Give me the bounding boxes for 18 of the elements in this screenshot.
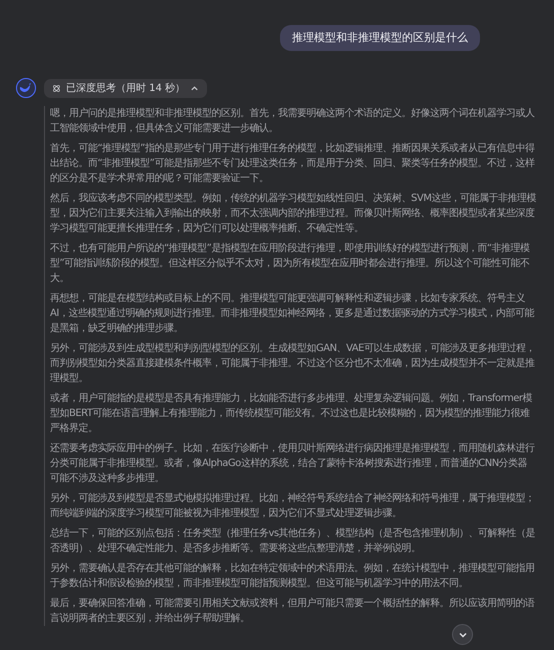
thinking-paragraph: 另外，可能涉及到生成型模型和判别型模型的区别。生成模型如GAN、VAE可以生成数据，可能涉及更多推理过程，而判别模型如分类器直接建模条件概率，可能属于非推理。不过这个区分也不太准确，因为生成模型并不一定就是推理模型。 <box>50 342 536 386</box>
thinking-paragraph: 还需要考虑实际应用中的例子。比如，在医疗诊断中，使用贝叶斯网络进行病因推理是推理模型，而用随机森林进行分类可能属于非推理模型。或者，像AlphaGo这样的系统，结合了蒙特卡洛树搜索进行推理，而普通的CNN分类器可能不涉及这种多步推理。 <box>50 442 536 486</box>
thinking-paragraph: 最后，要确保回答准确，可能需要引用相关文献或资料，但用户可能只需要一个概括性的解释。所以应该用简明的语言说明两者的主要区别，并给出例子帮助理解。 <box>50 596 536 626</box>
thinking-paragraph: 总结一下，可能的区别点包括：任务类型（推理任务vs其他任务）、模型结构（是否包含推理机制）、可解释性（是否透明）、处理不确定性能力、是否多步推断等。需要将这些点整理清楚，并举例说明。 <box>50 526 536 556</box>
deep-thinking-toggle[interactable]: 已深度思考（用时 14 秒） <box>44 79 208 98</box>
atom-icon <box>52 84 61 93</box>
user-message: 推理模型和非推理模型的区别是什么 <box>280 25 480 51</box>
thinking-paragraph: 然后，我应该考虑不同的模型类型。例如，传统的机器学习模型如线性回归、决策树、SVM这些，可能属于非推理模型，因为它们主要关注输入到输出的映射，而不太强调内部的推理过程。而像贝叶斯网络、概率图模型或者某些深度学习模型可能更擅长推理任务，因为它们可以处理概率推断、不确定性等。 <box>50 192 536 236</box>
thinking-paragraph: 嗯，用户问的是推理模型和非推理模型的区别。首先，我需要明确这两个术语的定义。好像这两个词在机器学习或人工智能领域中使用，但具体含义可能需要进一步确认。 <box>50 106 536 136</box>
thinking-paragraph: 不过，也有可能用户所说的“推理模型”是指模型在应用阶段进行推理，即使用训练好的模型进行预测，而“非推理模型”可能指训练阶段的模型。但这样区分似乎不太对，因为所有模型在应用时都会进行推理。所以这个可能性可能不大。 <box>50 242 531 286</box>
thinking-paragraph: 首先，可能“推理模型”指的是那些专门用于进行推理任务的模型，比如逻辑推理、推断因果关系或者从已有信息中得出结论。而“非推理模型”可能是指那些不专门处理这类任务，而是用于分类、回归、聚类等任务的模型。不过，这样的区分是不是学术界常用的呢？可能需要验证一下。 <box>50 142 536 186</box>
thinking-paragraph: 或者，用户可能指的是模型是否具有推理能力，比如能否进行多步推理、处理复杂逻辑问题。例如，Transformer模型如BERT可能在语言理解上有推理能力，而传统模型可能没有。不过这也是比较模糊的，因为模型的推理能力很难严格界定。 <box>50 392 534 436</box>
chevron-icon <box>190 84 200 93</box>
scroll-down-button[interactable] <box>452 624 473 645</box>
thinking-paragraph: 再想想，可能是在模型结构或目标上的不同。推理模型可能更强调可解释性和逻辑步骤，比如专家系统、符号主义AI，这些模型通过明确的规则进行推理。而非推理模型如神经网络，更多是通过数据驱动的方式学习模式，内部可能是黑箱，缺乏明确的推理步骤。 <box>50 292 536 336</box>
whale-logo-icon <box>16 78 36 98</box>
thinking-paragraph: 另外，需要确认是否存在其他可能的解释，比如在特定领域中的术语用法。例如，在统计模型中，推理模型可能指用于参数估计和假设检验的模型，而非推理模型可能指预测模型。但这可能与机器学习中的用法不同。 <box>50 562 536 591</box>
thinking-paragraph: 另外，可能涉及到模型是否显式地模拟推理过程。比如，神经符号系统结合了神经网络和符号推理，属于推理模型；而纯端到端的深度学习模型可能被视为非推理模型，因为它们不显式处理逻辑步骤。 <box>50 492 536 521</box>
